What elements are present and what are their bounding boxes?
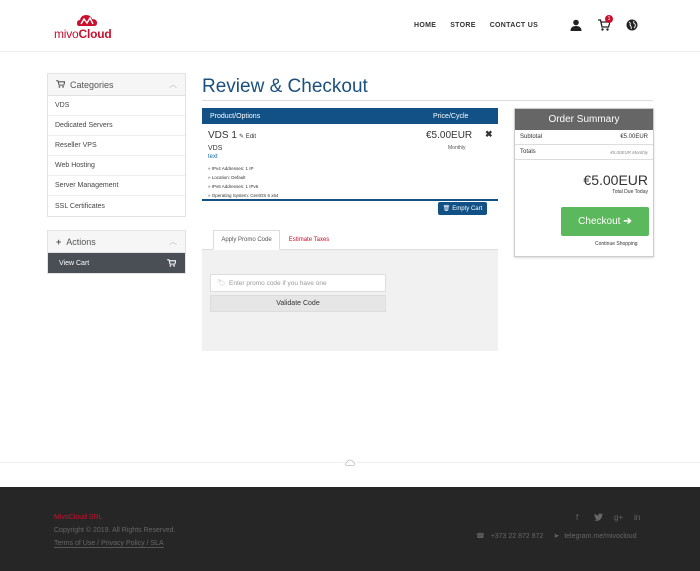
sidebar-item-vds[interactable]: VDS — [48, 96, 185, 116]
col-product-options: Product/Options — [210, 112, 261, 120]
logo[interactable]: mivoCloud — [54, 12, 124, 41]
order-summary: Order Summary Subtotal €5.00EUR Totals €… — [514, 108, 654, 257]
item-option: » Operating System: CentOS 6 x64 — [208, 193, 279, 198]
main-nav: HOME STORE CONTACT US — [414, 22, 552, 29]
twitter-icon[interactable] — [594, 513, 603, 523]
totals-label: Totals — [520, 149, 536, 155]
empty-cart-button[interactable]: 🗑 Empty Cart — [438, 202, 487, 215]
social-links: f g+ in — [576, 513, 646, 525]
totals-row: Totals €5.00EUR Monthly — [515, 145, 653, 160]
footer-contact: ☎ +373 22 872 872 ➤ telegram.me/mivoclou… — [476, 532, 637, 540]
page-title: Review & Checkout — [202, 76, 368, 97]
footer-brand: MivoCloud SRL — [54, 514, 103, 521]
order-summary-title: Order Summary — [515, 109, 653, 130]
promo-placeholder: Enter promo code if you have one — [229, 279, 327, 287]
total-due-label: Total Due Today — [612, 189, 648, 195]
shopping-cart-icon — [56, 79, 66, 90]
item-option: » IPv6 Addresses: 1 IPv6 — [208, 184, 259, 189]
linkedin-icon[interactable]: in — [634, 513, 640, 522]
actions-panel: + Actions ︿ View Cart — [47, 230, 186, 274]
logo-text: mivoCloud — [54, 27, 112, 41]
footer-phone[interactable]: +373 22 872 872 — [491, 533, 544, 540]
nav-icons: 1 — [568, 15, 648, 35]
item-cycle: Monthly — [448, 145, 466, 151]
title-divider — [202, 100, 653, 101]
subtotal-label: Subtotal — [520, 134, 543, 140]
nav-contact-us[interactable]: CONTACT US — [490, 22, 538, 29]
total-due-amount: €5.00EUR — [583, 172, 648, 188]
footer-links[interactable]: Terms of Use / Privacy Policy / SLA — [54, 540, 164, 548]
footer-copyright: Copyright © 2019. All Rights Reserved. — [54, 527, 176, 534]
sidebar-item-ssl-certificates[interactable]: SSL Certificates — [48, 196, 185, 216]
pencil-icon: ✎ — [239, 134, 245, 140]
view-cart-label: View Cart — [59, 259, 90, 267]
nav-store[interactable]: STORE — [450, 22, 476, 29]
promo-code-input[interactable]: 🏷 Enter promo code if you have one — [210, 274, 386, 292]
categories-panel: Categories ︿ VDS Dedicated Servers Resel… — [47, 73, 186, 217]
promo-tab-body: 🏷 Enter promo code if you have one Valid… — [202, 250, 498, 351]
tab-estimate-taxes[interactable]: Estimate Taxes — [282, 230, 336, 250]
actions-title: Actions — [66, 236, 96, 247]
plus-icon: + — [56, 236, 62, 247]
logo-prefix: mivo — [54, 27, 79, 41]
subtotal-row: Subtotal €5.00EUR — [515, 130, 653, 145]
item-option: » IPv4 Addresses: 1 IP — [208, 166, 254, 171]
checkout-button[interactable]: Checkout ➔ — [561, 207, 649, 236]
item-options: » IPv4 Addresses: 1 IP » Location: Defau… — [208, 164, 279, 200]
facebook-icon[interactable]: f — [576, 513, 578, 522]
item-option: » Location: Default — [208, 175, 246, 180]
categories-title: Categories — [70, 79, 114, 90]
nav-home[interactable]: HOME — [414, 22, 436, 29]
cart-table: Product/Options Price/Cycle VDS 1 ✎ Edit… — [202, 108, 498, 201]
user-icon[interactable] — [568, 17, 584, 33]
phone-icon: ☎ — [476, 533, 485, 540]
google-plus-icon[interactable]: g+ — [614, 513, 623, 522]
view-cart-button[interactable]: View Cart — [48, 253, 185, 273]
edit-label: Edit — [245, 134, 257, 140]
footer-telegram[interactable]: telegram.me/mivocloud — [564, 533, 636, 540]
globe-icon[interactable] — [624, 17, 640, 33]
cart-count-badge: 1 — [605, 15, 613, 23]
item-description: text — [208, 154, 218, 160]
promo-tax-tabs: Apply Promo Code Estimate Taxes 🏷 Enter … — [202, 230, 498, 351]
cart-icon[interactable]: 1 — [596, 15, 613, 33]
continue-shopping-link[interactable]: Continue Shopping — [595, 241, 638, 247]
arrow-right-icon: ➔ — [623, 216, 632, 227]
cart-table-header: Product/Options Price/Cycle — [202, 108, 498, 124]
sidebar-item-server-management[interactable]: Server Management — [48, 176, 185, 196]
tab-apply-promo-code[interactable]: Apply Promo Code — [213, 230, 280, 250]
site-footer: MivoCloud SRL Copyright © 2019. All Righ… — [0, 487, 700, 571]
item-name: VDS 1 — [208, 130, 237, 141]
tag-icon: 🏷 — [217, 280, 226, 287]
remove-item-icon[interactable]: ✖ — [485, 129, 493, 140]
cloud-icon — [343, 456, 357, 468]
validate-code-button[interactable]: Validate Code — [210, 295, 386, 312]
trash-icon: 🗑 — [442, 206, 451, 212]
totals-value: €5.00EUR Monthly — [610, 150, 648, 155]
sidebar-item-web-hosting[interactable]: Web Hosting — [48, 156, 185, 176]
logo-suffix: Cloud — [78, 27, 112, 41]
cloud-logo-icon — [77, 15, 97, 26]
edit-item-link[interactable]: ✎ Edit — [239, 133, 256, 140]
sidebar-item-dedicated-servers[interactable]: Dedicated Servers — [48, 116, 185, 136]
checkout-label: Checkout — [578, 216, 621, 227]
item-price: €5.00EUR — [426, 130, 473, 141]
col-price-cycle: Price/Cycle — [433, 112, 469, 120]
site-header: mivoCloud HOME STORE CONTACT US 1 — [0, 0, 700, 52]
cart-item-row: VDS 1 ✎ Edit VDS text » IPv4 Addresses: … — [202, 124, 498, 201]
categories-header[interactable]: Categories ︿ — [48, 74, 185, 96]
shopping-cart-icon — [167, 259, 177, 269]
tab-strip: Apply Promo Code Estimate Taxes — [202, 230, 498, 250]
chevron-up-icon[interactable]: ︿ — [169, 236, 177, 247]
subtotal-value: €5.00EUR — [620, 134, 648, 140]
sidebar-item-reseller-vps[interactable]: Reseller VPS — [48, 136, 185, 156]
chevron-up-icon[interactable]: ︿ — [169, 79, 177, 90]
telegram-icon: ➤ — [553, 533, 560, 540]
item-group: VDS — [208, 145, 223, 152]
empty-cart-label: Empty Cart — [452, 205, 483, 212]
actions-header[interactable]: + Actions ︿ — [48, 231, 185, 253]
